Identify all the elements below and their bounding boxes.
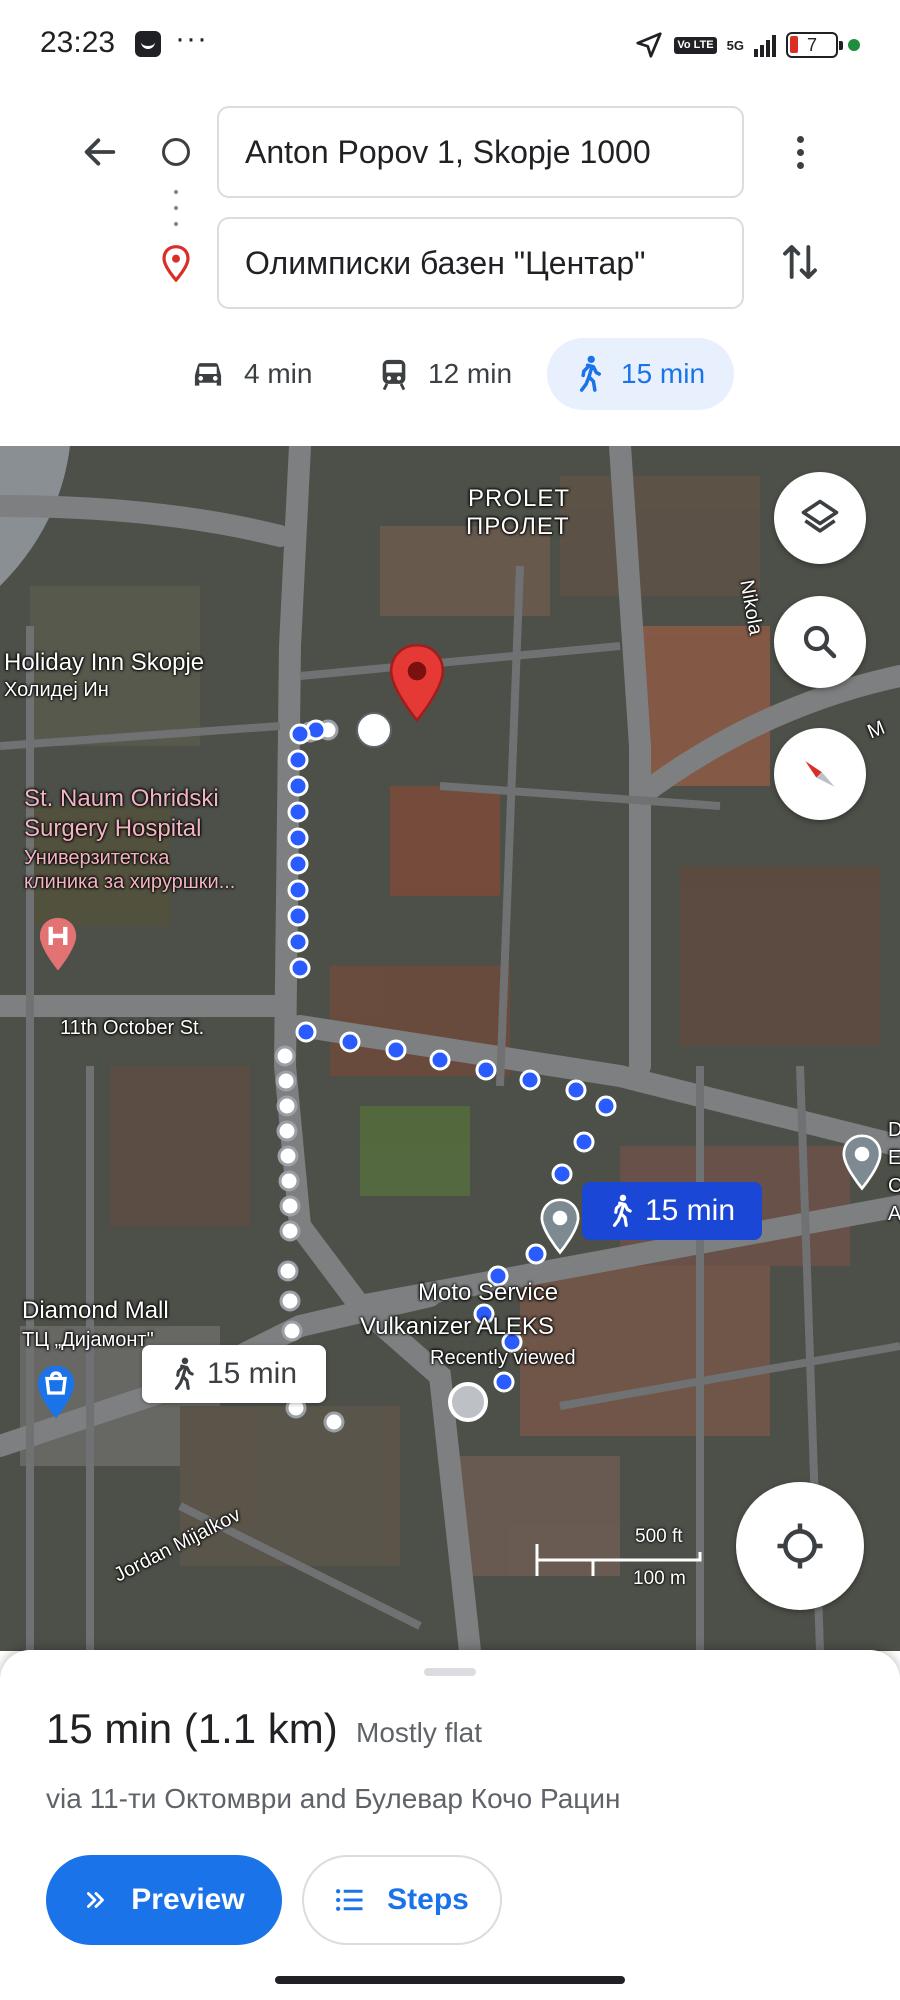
map-view[interactable]: PROLET ПРОЛЕТ Nikola Holiday Inn Skopje …	[0, 446, 900, 1651]
steps-button[interactable]: Steps	[302, 1855, 502, 1945]
network-type: 5G	[726, 37, 744, 53]
map-label-holiday-inn[interactable]: Holiday Inn Skopje	[4, 648, 204, 677]
map-label-moto-service-line2: Vulkanizer ALEKS	[360, 1313, 554, 1340]
notification-app-icon	[135, 31, 161, 57]
mode-walking-duration: 15 min	[621, 358, 706, 389]
signal-icon	[754, 33, 776, 57]
map-label-edge-d: D	[888, 1119, 900, 1141]
route-terrain: Mostly flat	[356, 1717, 483, 1748]
map-label-prolet: PROLET	[468, 485, 571, 512]
mode-transit[interactable]: 12 min	[378, 338, 512, 410]
my-location-icon	[777, 1523, 823, 1569]
battery-level: 7	[806, 34, 817, 55]
swap-button[interactable]	[776, 236, 824, 288]
preview-button[interactable]: Preview	[46, 1855, 282, 1945]
map-label-hospital-line2: Surgery Hospital	[24, 815, 202, 842]
map-label-moto-service[interactable]: Moto Service	[418, 1278, 558, 1307]
privacy-indicator-icon	[848, 39, 860, 51]
train-icon	[382, 359, 406, 391]
origin-input[interactable]: Anton Popov 1, Skopje 1000	[217, 106, 744, 198]
location-arrow-icon	[636, 32, 663, 58]
route-connector	[173, 190, 179, 226]
search-along-route-button[interactable]	[774, 596, 866, 688]
shopping-pin-icon	[37, 1365, 75, 1419]
battery-icon: 7	[786, 32, 843, 58]
sheet-drag-handle[interactable]	[424, 1668, 476, 1676]
map-label-hospital[interactable]: St. Naum Ohridski	[24, 784, 219, 813]
swap-vert-icon	[783, 245, 817, 279]
layers-icon	[801, 499, 839, 533]
more-notifications-icon: ···	[175, 22, 208, 55]
map-label-hospital-cyrillic-line2: клиника за хируршки...	[24, 871, 236, 893]
map-label-11th-october-st: 11th October St.	[60, 1017, 205, 1039]
compass-button[interactable]	[774, 728, 866, 820]
mode-driving[interactable]: 4 min	[190, 338, 312, 410]
mode-driving-duration: 4 min	[244, 358, 313, 389]
more-options-button[interactable]	[782, 126, 818, 178]
walk-icon	[579, 355, 601, 392]
route-via: via 11-ти Октомври and Булевар Кочо Раци…	[46, 1783, 621, 1814]
status-bar: 23:23 ··· Vo LTE 5G 7	[0, 0, 900, 90]
map-label-holiday-inn-cyrillic: Холидеј Ин	[4, 679, 109, 701]
place-pin-icon	[540, 1198, 580, 1255]
mode-walking[interactable]: 15 min	[547, 338, 734, 410]
destination-map-pin-icon	[389, 643, 445, 723]
walk-icon	[612, 1194, 632, 1227]
route-duration-alternate-label: 15 min	[206, 1357, 298, 1390]
map-label-edge-c: C	[888, 1175, 900, 1197]
route-duration-alternate[interactable]: 15 min	[142, 1345, 326, 1403]
mode-transit-duration: 12 min	[428, 358, 513, 389]
preview-button-label: Preview	[131, 1883, 245, 1916]
car-icon	[194, 363, 222, 386]
home-indicator[interactable]	[275, 1976, 625, 1984]
steps-button-label: Steps	[387, 1883, 469, 1916]
destination-input[interactable]: Олимписки базен "Центар"	[217, 217, 744, 309]
origin-marker-icon	[162, 138, 190, 166]
map-label-hospital-cyrillic: Универзитетска	[24, 847, 170, 869]
route-summary-sheet[interactable]: 15 min (1.1 km) Mostly flat via 11-ти Ок…	[0, 1650, 900, 2000]
layers-button[interactable]	[774, 472, 866, 564]
compass-icon	[805, 761, 835, 787]
back-button[interactable]	[74, 126, 126, 178]
map-label-diamond-mall[interactable]: Diamond Mall	[22, 1296, 169, 1325]
search-icon	[803, 625, 837, 659]
route-duration-selected-label: 15 min	[644, 1194, 736, 1227]
walk-icon	[174, 1357, 194, 1390]
scale-bar	[535, 1544, 702, 1576]
hospital-pin-icon	[39, 917, 77, 971]
map-scale: 500 ft 100 m	[535, 1526, 705, 1596]
map-label-recently-viewed: Recently viewed	[430, 1347, 576, 1369]
route-duration-distance: 15 min (1.1 km)	[46, 1705, 338, 1752]
map-label-edge-a: A	[888, 1203, 900, 1225]
status-time: 23:23	[40, 26, 116, 59]
map-label-diamond-mall-cyrillic: ТЦ „Дијамонт"	[22, 1329, 154, 1351]
status-indicators: Vo LTE 5G 7	[634, 28, 860, 62]
list-icon	[336, 1889, 363, 1911]
map-label-prolet-cyrillic: ПРОЛЕТ	[466, 513, 570, 540]
place-pin-icon	[842, 1134, 882, 1191]
route-duration-selected[interactable]: 15 min	[582, 1182, 762, 1240]
volte-icon: Vo LTE	[674, 36, 717, 54]
destination-pin-icon	[162, 245, 190, 283]
double-chevron-icon	[87, 1892, 105, 1908]
my-location-button[interactable]	[736, 1482, 864, 1610]
arrow-back-icon	[84, 138, 116, 166]
map-label-edge-e: E	[888, 1147, 900, 1169]
